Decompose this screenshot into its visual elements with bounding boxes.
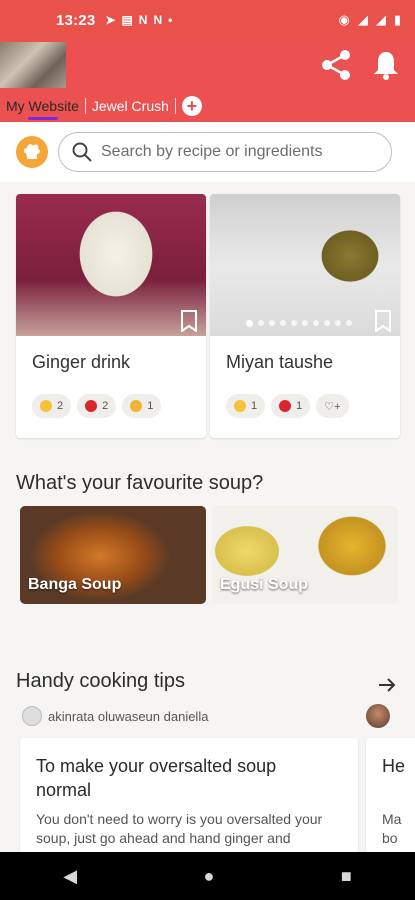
arrow-right-icon[interactable]: [377, 675, 397, 695]
tab-my-website[interactable]: My Website: [0, 90, 85, 122]
yum-icon: [234, 400, 246, 412]
carousel-indicator: [246, 319, 352, 327]
tip-card[interactable]: To make your oversalted soup normal You …: [20, 738, 358, 858]
soup-label: Egusi Soup: [220, 576, 308, 593]
heart-icon: [85, 400, 98, 412]
chef-hat-icon[interactable]: [16, 136, 48, 168]
reaction-heart[interactable]: 1: [271, 394, 311, 418]
tab-divider: [174, 98, 176, 114]
news-icon: ▤: [121, 13, 133, 27]
add-reaction-icon: ♡+: [324, 400, 341, 413]
back-icon[interactable]: ◀: [63, 866, 77, 887]
notification-icons: ➤ ▤ N N •: [105, 13, 172, 27]
app-screen: 13:23 ➤ ▤ N N • ◉ ◢ ◢ ▮ My Website Jewel…: [0, 0, 415, 900]
app-header: My Website Jewel Crush +: [0, 40, 415, 122]
share-icon[interactable]: [319, 48, 353, 82]
home-icon[interactable]: ●: [204, 866, 215, 887]
tip-title: He: [382, 756, 406, 776]
clap-icon: [130, 400, 143, 412]
bookmark-icon[interactable]: [180, 310, 198, 332]
tips-section-title: Handy cooking tips: [16, 670, 185, 692]
recents-icon[interactable]: ■: [341, 866, 352, 887]
status-bar: 13:23 ➤ ▤ N N • ◉ ◢ ◢ ▮: [0, 0, 415, 40]
navigation-bar: ◀ ● ■: [0, 852, 415, 900]
recipe-title: Ginger drink: [32, 352, 131, 372]
reaction-heart[interactable]: 2: [77, 394, 117, 418]
add-reaction-button[interactable]: ♡+: [316, 394, 349, 418]
tip-description: You don't need to worry is you oversalte…: [36, 811, 323, 846]
soup-section-title: What's your favourite soup?: [16, 472, 264, 494]
tip-author[interactable]: akinrata oluwaseun daniella: [22, 706, 208, 726]
search-icon: [72, 142, 92, 162]
tip-description: Ma bo mo: [382, 811, 402, 858]
avatar: [22, 706, 42, 726]
heart-icon: [279, 400, 292, 412]
reaction-yum[interactable]: 2: [32, 394, 72, 418]
dot-icon: •: [168, 13, 173, 27]
recipe-card[interactable]: Miyan taushe 1 1 ♡+: [210, 194, 400, 438]
yum-icon: [40, 400, 52, 412]
eye-icon: ◉: [338, 12, 350, 27]
recipe-image: [210, 194, 400, 336]
header-actions: [319, 48, 403, 82]
profile-thumbnail[interactable]: [0, 42, 66, 88]
telegram-icon: ➤: [105, 13, 116, 27]
recipe-card[interactable]: Ginger drink 2 2 1: [16, 194, 206, 438]
soup-card[interactable]: Banga Soup: [20, 506, 206, 604]
system-icons: ◉ ◢ ◢ ▮: [339, 12, 402, 28]
n-icon: N: [138, 13, 148, 27]
recipe-image: [16, 194, 206, 336]
search-placeholder: Search by recipe or ingredients: [101, 143, 323, 160]
tip-card[interactable]: He Ma bo mo: [366, 738, 415, 858]
signal-icon: ◢: [357, 12, 368, 27]
author-name: akinrata oluwaseun daniella: [48, 708, 209, 724]
recipe-title: Miyan taushe: [226, 352, 334, 372]
avatar[interactable]: [366, 704, 390, 728]
website-tabs: My Website Jewel Crush +: [0, 90, 202, 122]
reactions: 2 2 1: [32, 394, 162, 418]
signal-icon: ◢: [375, 12, 386, 27]
reactions: 1 1 ♡+: [226, 394, 349, 418]
n-icon: N: [153, 13, 163, 27]
search-row: Search by recipe or ingredients: [0, 122, 415, 182]
soup-label: Banga Soup: [28, 576, 122, 593]
search-input[interactable]: Search by recipe or ingredients: [58, 132, 392, 172]
soup-card[interactable]: Egusi Soup: [212, 506, 398, 604]
bookmark-icon[interactable]: [374, 310, 392, 332]
tab-jewel-crush[interactable]: Jewel Crush: [86, 90, 175, 122]
battery-icon: ▮: [393, 12, 401, 27]
add-tab-button[interactable]: +: [181, 96, 202, 116]
bell-icon[interactable]: [369, 48, 403, 82]
status-time: 13:23: [56, 11, 96, 29]
reaction-clap[interactable]: 1: [122, 394, 162, 418]
reaction-yum[interactable]: 1: [226, 394, 266, 418]
tip-title: To make your oversalted soup normal: [36, 756, 277, 800]
